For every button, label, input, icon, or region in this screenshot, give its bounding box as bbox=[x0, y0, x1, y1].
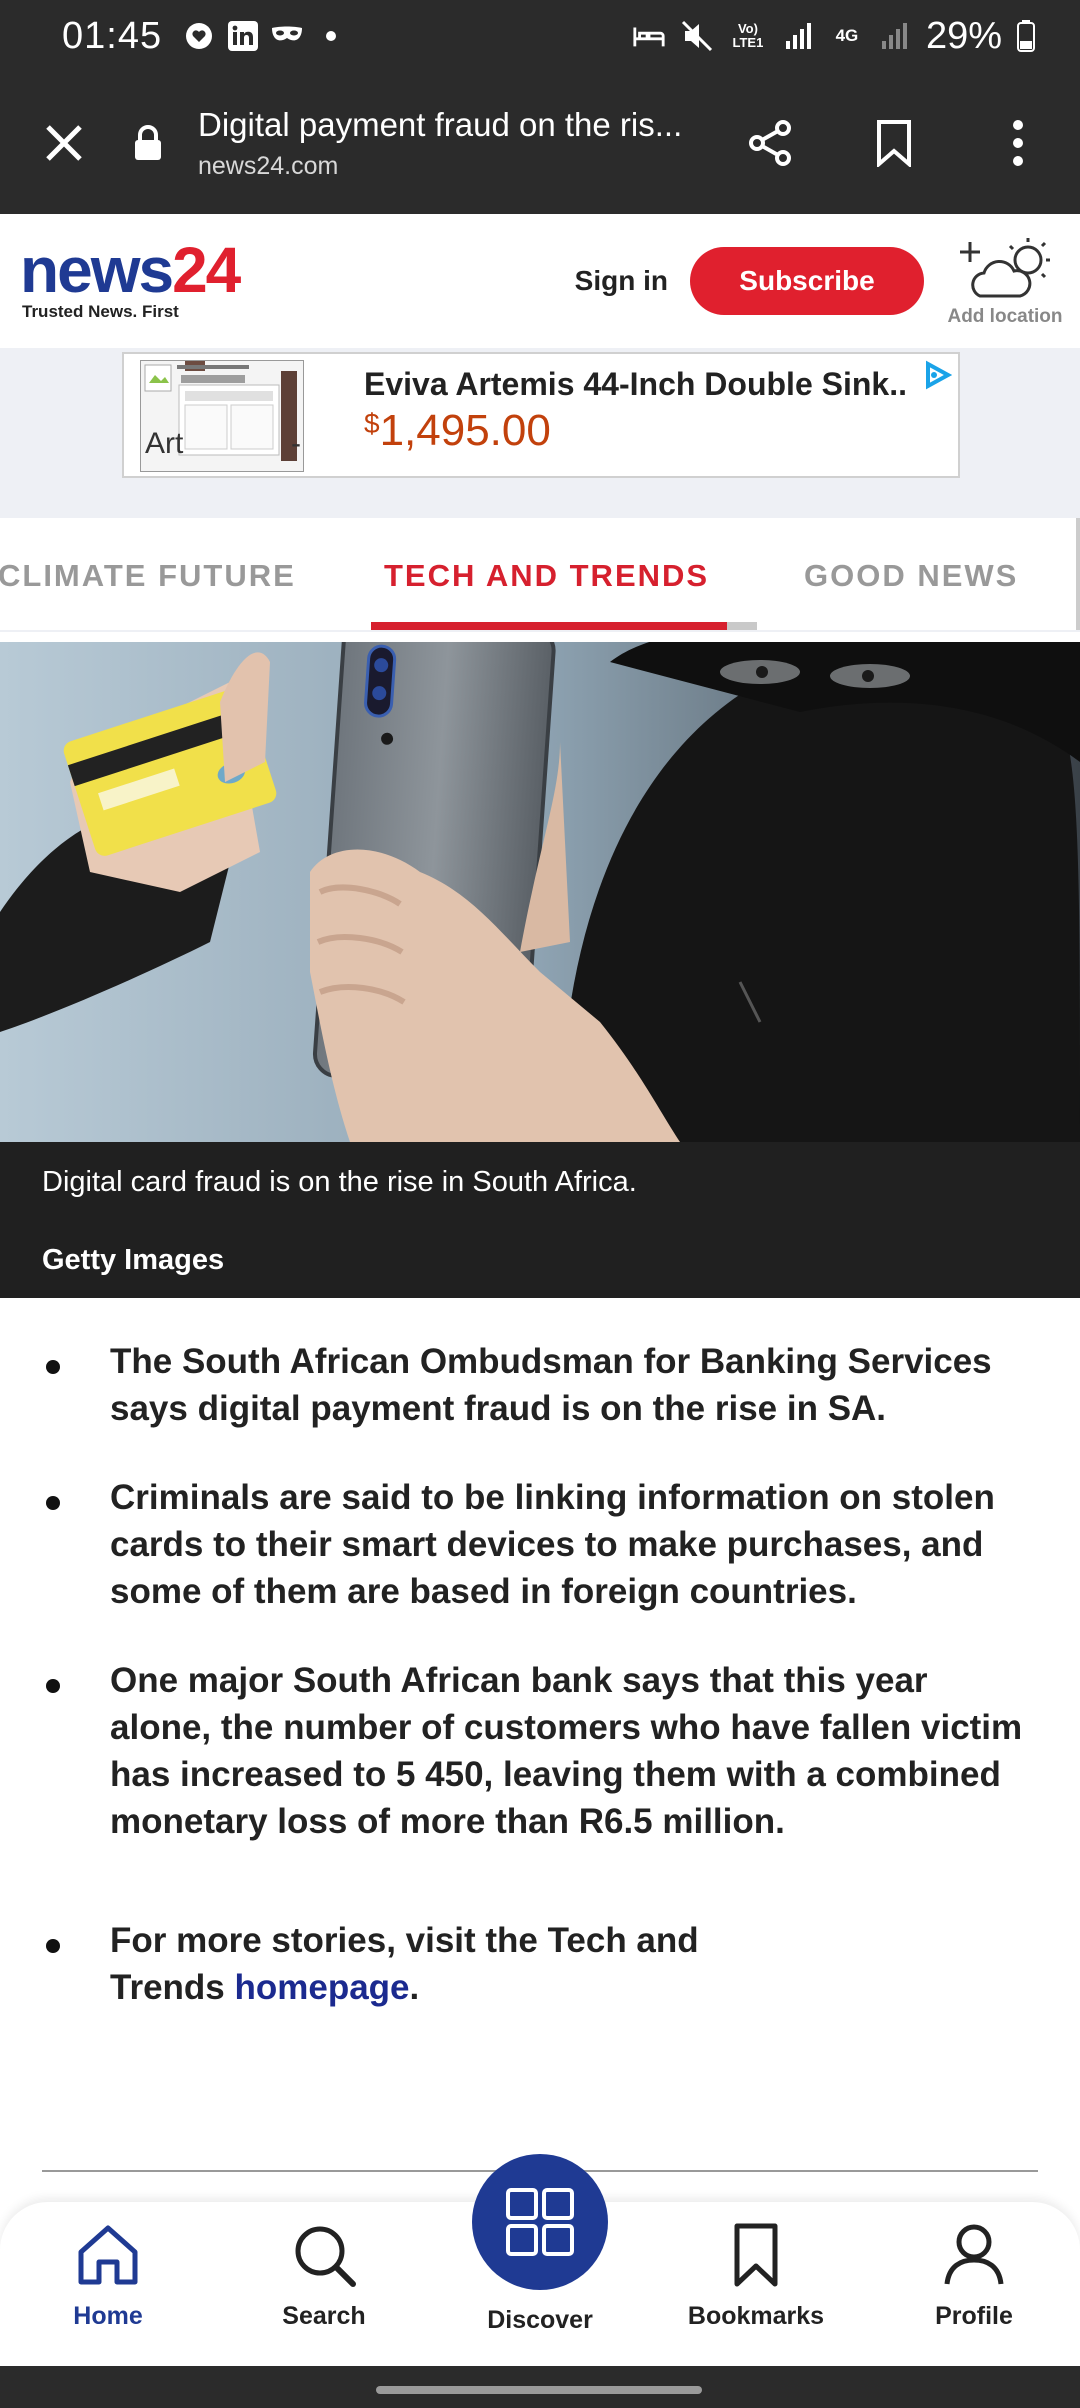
tabs-edge bbox=[1076, 518, 1080, 632]
network-type-icon: 4G bbox=[835, 26, 859, 45]
logo-24-text: 24 bbox=[172, 234, 241, 306]
site-header: news24 Trusted News. First Sign in Subsc… bbox=[0, 214, 1080, 348]
weather-add-icon bbox=[960, 238, 1050, 298]
tab-climate-future[interactable]: CLIMATE FUTURE bbox=[0, 558, 296, 594]
volte-icon: Vo) LTE1 bbox=[732, 21, 764, 50]
battery-icon bbox=[1016, 19, 1036, 53]
status-time: 01:45 bbox=[62, 14, 163, 57]
signal-strength-2-icon bbox=[878, 19, 912, 53]
bookmark-icon bbox=[734, 2223, 778, 2287]
active-tab-indicator bbox=[371, 622, 727, 630]
summary-bullet: Criminals are said to be linking informa… bbox=[0, 1474, 1080, 1615]
nav-discover-button[interactable] bbox=[472, 2154, 608, 2290]
bullet-dot bbox=[46, 1679, 60, 1693]
bullet-text: Criminals are said to be linking informa… bbox=[110, 1478, 995, 1611]
nav-bookmarks-label: Bookmarks bbox=[687, 2302, 825, 2330]
sleep-mode-icon bbox=[632, 19, 666, 53]
search-icon bbox=[295, 2226, 356, 2287]
battery-percent: 29% bbox=[925, 14, 1002, 57]
system-icons: Vo) LTE1 4G 29% bbox=[632, 15, 1036, 58]
ad-image: Art - bbox=[140, 360, 304, 472]
ad-banner[interactable]: Art - Eviva Artemis 44-Inch Double Sink.… bbox=[122, 352, 960, 478]
tab-tech-and-trends[interactable]: TECH AND TRENDS bbox=[384, 558, 709, 594]
nav-profile[interactable]: Profile bbox=[894, 2222, 1054, 2331]
nav-discover-label[interactable]: Discover bbox=[440, 2306, 640, 2335]
caption-text: Digital card fraud is on the rise in Sou… bbox=[42, 1166, 637, 1198]
ad-price-value: 1,495.00 bbox=[379, 406, 551, 455]
mask-app-icon bbox=[270, 19, 304, 53]
ad-currency: $ bbox=[364, 408, 380, 439]
more-stories-bullet: For more stories, visit the Tech and Tre… bbox=[0, 1917, 1080, 2011]
signal-strength-icon bbox=[782, 19, 816, 53]
nav-search-label: Search bbox=[282, 2302, 366, 2330]
status-bar: 01:45 Vo) LTE1 4G 29% bbox=[0, 0, 1080, 72]
logo-tagline: Trusted News. First bbox=[22, 302, 179, 321]
homepage-link[interactable]: homepage bbox=[234, 1968, 409, 2007]
nav-home[interactable]: Home bbox=[28, 2222, 188, 2331]
nav-search[interactable]: Search bbox=[244, 2222, 404, 2331]
ad-area: Art - Eviva Artemis 44-Inch Double Sink.… bbox=[0, 348, 1080, 518]
subscribe-button[interactable]: Subscribe bbox=[690, 247, 924, 315]
discover-grid-icon bbox=[506, 2188, 574, 2256]
gesture-bar bbox=[0, 2366, 1080, 2408]
page-domain: news24.com bbox=[198, 151, 339, 180]
bullet-dot bbox=[46, 1360, 60, 1374]
heart-chat-icon bbox=[182, 19, 216, 53]
share-icon bbox=[749, 120, 791, 166]
home-gesture-handle[interactable] bbox=[376, 2386, 702, 2394]
logo-news-text: news bbox=[20, 234, 174, 306]
bookmark-icon bbox=[877, 120, 911, 167]
page-title: Digital payment fraud on the ris... bbox=[198, 105, 683, 143]
notification-icons bbox=[182, 19, 348, 53]
ad-image-alt-text: Art bbox=[145, 427, 184, 460]
sign-in-link[interactable]: Sign in bbox=[575, 265, 668, 297]
more-options-button[interactable] bbox=[956, 72, 1080, 214]
section-tabs: CLIMATE FUTURE TECH AND TRENDS GOOD NEWS bbox=[0, 518, 1080, 632]
tabs-divider bbox=[0, 630, 1080, 632]
share-button[interactable] bbox=[708, 72, 832, 214]
image-caption: Digital card fraud is on the rise in Sou… bbox=[0, 1142, 1080, 1298]
bookmark-page-button[interactable] bbox=[832, 72, 956, 214]
tab-good-news[interactable]: GOOD NEWS bbox=[804, 558, 1018, 594]
nav-bookmarks[interactable]: Bookmarks bbox=[676, 2222, 836, 2331]
add-location-label: Add location bbox=[947, 306, 1063, 327]
add-location-button[interactable]: Add location bbox=[940, 234, 1070, 328]
close-icon bbox=[46, 125, 82, 161]
bullet-dot bbox=[46, 1939, 60, 1953]
bullet-dot bbox=[46, 1496, 60, 1510]
adchoices-icon[interactable] bbox=[922, 360, 953, 395]
kebab-menu-icon bbox=[1013, 120, 1023, 166]
summary-bullet: One major South African bank says that t… bbox=[0, 1657, 1080, 1845]
article-summary: The South African Ombudsman for Banking … bbox=[0, 1338, 1080, 2053]
ad-price: $1,495.00 bbox=[364, 406, 551, 456]
more-stories-suffix: . bbox=[409, 1968, 420, 2007]
home-icon bbox=[78, 2225, 138, 2285]
news24-logo[interactable]: news24 Trusted News. First bbox=[20, 238, 241, 322]
hero-image[interactable] bbox=[0, 642, 1080, 1142]
bullet-text: One major South African bank says that t… bbox=[110, 1661, 1023, 1841]
more-notifications-dot-icon bbox=[314, 19, 348, 53]
ad-image-alt-text-2: - bbox=[291, 427, 301, 460]
nav-home-label: Home bbox=[73, 2302, 143, 2330]
ad-title: Eviva Artemis 44-Inch Double Sink.. bbox=[364, 366, 907, 402]
lock-icon[interactable] bbox=[128, 72, 168, 214]
summary-bullet: The South African Ombudsman for Banking … bbox=[0, 1338, 1080, 1432]
image-credit: Getty Images bbox=[42, 1244, 225, 1276]
mute-icon bbox=[680, 19, 714, 53]
nav-profile-label: Profile bbox=[935, 2302, 1013, 2330]
address-bar[interactable]: Digital payment fraud on the ris... news… bbox=[198, 106, 708, 181]
bottom-navigation: Home Search Discover Bookmarks Profile bbox=[0, 2154, 1080, 2366]
linkedin-icon bbox=[226, 19, 260, 53]
browser-toolbar: Digital payment fraud on the ris... news… bbox=[0, 72, 1080, 214]
close-tab-button[interactable] bbox=[0, 72, 128, 214]
bullet-text: The South African Ombudsman for Banking … bbox=[110, 1342, 992, 1428]
profile-icon bbox=[944, 2224, 1004, 2285]
